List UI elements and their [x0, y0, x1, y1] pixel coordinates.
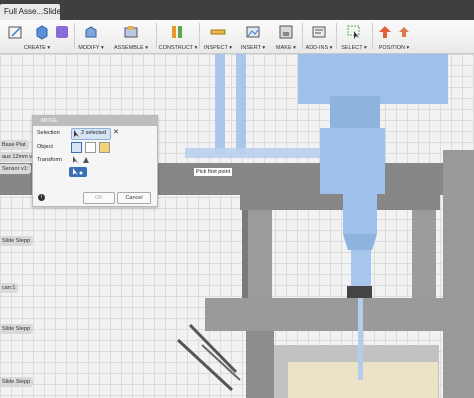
transform-mode-icons[interactable]	[71, 155, 93, 164]
form-icon[interactable]	[54, 24, 70, 40]
point-to-point-button[interactable]	[69, 167, 87, 177]
selection-count: 2 selected	[81, 130, 107, 136]
measure-icon[interactable]	[210, 24, 226, 40]
selected-carriage[interactable]	[320, 128, 385, 194]
add-ins-label: ADD-INS ▾	[305, 45, 333, 51]
ok-button[interactable]: OK	[83, 192, 115, 204]
assemble-group[interactable]: ASSEMBLE ▾	[108, 20, 154, 53]
toolbar: CREATE ▾ MODIFY ▾ ASSEMBLE ▾ CONSTRUCT ▾…	[0, 20, 474, 54]
object-label: Object	[37, 144, 53, 150]
viewport-canvas[interactable]: Pick first point Base Plat aus 12mm v Se…	[0, 54, 474, 398]
cursor-icon	[74, 130, 79, 137]
position-label: POSITION ▾	[378, 45, 410, 51]
browser-item[interactable]: Slide Stepp	[0, 236, 34, 246]
select-group[interactable]: SELECT ▾	[338, 20, 370, 53]
construct-group[interactable]: CONSTRUCT ▾	[158, 20, 198, 53]
sketch-icon[interactable]	[8, 24, 24, 40]
make-group[interactable]: MAKE ▾	[271, 20, 301, 53]
assemble-label: ASSEMBLE ▾	[114, 45, 148, 51]
document-tab[interactable]: Full Asse...Slide v2*	[0, 4, 60, 20]
dialog-title[interactable]: MOVE	[33, 116, 157, 126]
position-group[interactable]: POSITION ▾	[374, 20, 414, 53]
browser-item[interactable]: Sensor v1:	[0, 164, 32, 174]
new-component-icon[interactable]	[123, 24, 139, 40]
title-bar	[0, 0, 474, 20]
lower-plate[interactable]	[205, 298, 474, 331]
bodies-option-icon[interactable]	[71, 142, 82, 153]
box-icon[interactable]	[34, 24, 50, 40]
revert-icon[interactable]	[396, 24, 412, 40]
selection-label: Selection	[37, 130, 60, 136]
modify-group[interactable]: MODIFY ▾	[76, 20, 106, 53]
info-icon[interactable]: i	[38, 194, 45, 201]
browser-item[interactable]: can:1	[0, 283, 19, 293]
components-option-icon[interactable]	[85, 142, 96, 153]
select-icon[interactable]	[346, 24, 362, 40]
inspect-label: INSPECT ▾	[203, 45, 233, 51]
3d-print-icon[interactable]	[278, 24, 294, 40]
cancel-button[interactable]: Cancel	[117, 192, 151, 204]
create-label: CREATE ▾	[23, 45, 51, 51]
browser-item[interactable]: Slide Stepp	[0, 377, 34, 387]
select-label: SELECT ▾	[341, 45, 367, 51]
browser-item[interactable]: aus 12mm v	[0, 152, 35, 162]
move-dialog: MOVE Selection 2 selected ✕ Object Trans…	[32, 115, 158, 207]
offset-plane-icon[interactable]	[170, 24, 186, 40]
insert-image-icon[interactable]	[245, 24, 261, 40]
press-pull-icon[interactable]	[83, 24, 99, 40]
browser-item[interactable]: Base Plat	[0, 140, 29, 150]
insert-label: INSERT ▾	[240, 45, 266, 51]
insert-group[interactable]: INSERT ▾	[237, 20, 269, 53]
model-geometry[interactable]	[0, 54, 474, 398]
make-label: MAKE ▾	[276, 45, 296, 51]
pick-point-tooltip: Pick first point	[194, 168, 233, 176]
transform-label: Transform	[37, 157, 62, 163]
point-to-point-icon	[73, 168, 83, 175]
add-ins-group[interactable]: ADD-INS ▾	[304, 20, 334, 53]
selection-field[interactable]: 2 selected	[71, 128, 111, 140]
clear-selection-icon[interactable]: ✕	[113, 128, 119, 136]
faces-option-icon[interactable]	[99, 142, 110, 153]
browser-item[interactable]: Slide Stepp	[0, 324, 34, 334]
capture-position-icon[interactable]	[377, 24, 393, 40]
inspect-group[interactable]: INSPECT ▾	[201, 20, 235, 53]
modify-label: MODIFY ▾	[78, 45, 104, 51]
create-group[interactable]: CREATE ▾	[2, 20, 72, 53]
construct-label: CONSTRUCT ▾	[158, 45, 198, 51]
scripts-icon[interactable]	[311, 24, 327, 40]
